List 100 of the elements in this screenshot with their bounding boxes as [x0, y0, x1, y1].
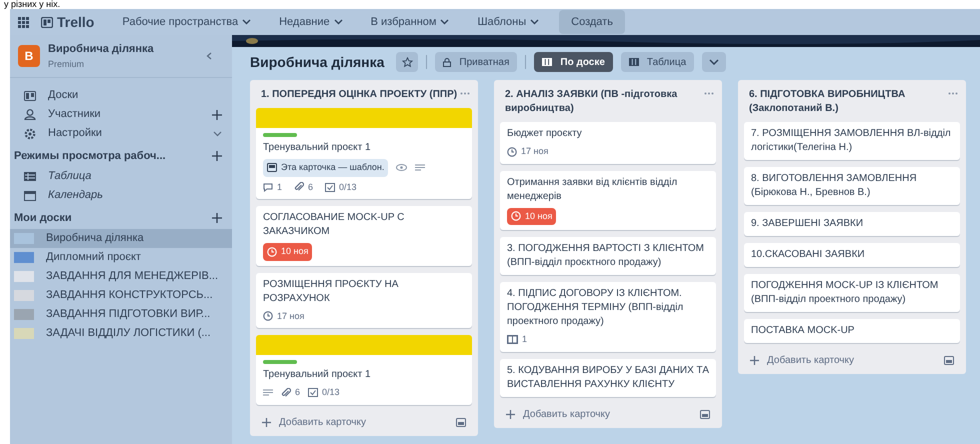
workspace-avatar: B [18, 45, 40, 67]
card[interactable]: Бюджет проєкту 17 ноя [500, 122, 716, 164]
lock-icon [443, 58, 452, 66]
clock-icon [507, 146, 517, 157]
sidebar-item[interactable]: Календарь [10, 186, 232, 205]
description-lines-icon [263, 389, 273, 396]
card-title: Тренувальний проєкт 1 [263, 368, 372, 382]
board-icon [41, 16, 53, 28]
sidebar-item-label: Календарь [48, 188, 103, 204]
checklist-icon [308, 388, 318, 398]
badge-count: 6 [281, 386, 300, 400]
person-icon [24, 109, 36, 120]
plus-icon [262, 418, 271, 426]
description-lines-icon [415, 164, 426, 172]
table-icon [24, 172, 36, 181]
board-item[interactable]: ЗАВДАННЯ ДЛЯ МЕНЕДЖЕРІВ... [10, 267, 232, 286]
trello-logo[interactable]: Trello [41, 12, 94, 32]
view-tab[interactable]: Таблица [620, 52, 694, 72]
card[interactable]: Отримання заявки від клієнтів відділ менеджерів 10 ноя [500, 170, 716, 230]
board-item[interactable]: Виробнича ділянка [10, 229, 232, 248]
sidebar-item[interactable]: Участники [10, 105, 232, 124]
chevron-down-icon [709, 59, 720, 65]
board-icon [507, 335, 518, 344]
card-template-icon [944, 356, 954, 365]
sidebar-item[interactable]: Настройки [10, 124, 232, 143]
badge-count: 1 [263, 180, 282, 194]
comment-icon [263, 182, 273, 192]
card[interactable]: ПОСТАВКА MOCK-UP [744, 319, 960, 343]
more-options-icon [704, 92, 714, 95]
more-options-icon [460, 92, 470, 95]
views-dropdown-button[interactable] [702, 52, 726, 72]
sidebar-item[interactable]: Таблица [10, 167, 232, 186]
card[interactable]: Тренувальний проєкт 1 Эта карточка — шаблон. 1 6 0/13 [256, 108, 472, 199]
card[interactable]: 3. ПОГОДЖЕННЯ ВАРТОСТІ З КЛІЄНТОМ (ВПП-відділ проєктного продажу) [500, 237, 716, 275]
list-title: 1. ПОПЕРЕДНЯ ОЦІНКА ПРОЕКТУ (ППР) [261, 88, 458, 102]
card[interactable]: РОЗМІЩЕННЯ ПРОЄКТУ НА РОЗРАХУНОК 17 ноя [256, 272, 472, 328]
plus-icon [212, 151, 222, 161]
collapse-chevron-icon [206, 52, 212, 60]
board-title: Виробнича ділянка [250, 52, 384, 72]
clock-icon [267, 246, 277, 257]
card[interactable]: 8. ВИГОТОВЛЕННЯ ЗАМОВЛЕННЯ (Бірюкова Н., Бревнов В.) [744, 167, 960, 205]
visibility-button[interactable]: Приватная [435, 52, 518, 72]
card[interactable]: 10.СКАСОВАНІ ЗАЯВКИ [744, 243, 960, 267]
due-date-badge: 10 ноя [263, 243, 312, 260]
card-title: 7. РОЗМІЩЕННЯ ЗАМОВЛЕННЯ ВЛ-відділ логістики(Телегіна Н.) [751, 127, 952, 155]
apps-grid-icon [18, 16, 29, 28]
board-item[interactable]: ЗАДАЧІ ВІДДІЛУ ЛОГІСТИКИ (... [10, 324, 232, 343]
add-card-button[interactable]: Добавить карточку [750, 353, 944, 368]
card[interactable]: 7. РОЗМІЩЕННЯ ЗАМОВЛЕННЯ ВЛ-відділ логістики(Телегіна Н.) [744, 122, 960, 160]
card-title: 5. КОДУВАННЯ ВИРОБУ У БАЗІ ДАНИХ ТА ВИСТАВЛЕННЯ РАХУНКУ КЛІЄНТУ [507, 364, 709, 392]
sidebar-item[interactable]: Доски [10, 86, 232, 105]
badge-count: 6 [294, 180, 314, 194]
card[interactable]: СОГЛАСОВАНИЕ MOCK-UP С ЗАКАЗЧИКОМ 10 ноя [256, 206, 472, 266]
nav-menu-button[interactable]: Недавние [271, 10, 351, 34]
section-heading: Режимы просмотра рабоч... [14, 148, 167, 164]
card-title: ПОГОДЖЕННЯ MOCK-UP ІЗ КЛІЄНТОМ (ВПП-відділ проектного продажу) [751, 279, 940, 307]
add-card-button[interactable]: Добавить карточку [262, 414, 456, 430]
plus-icon [750, 356, 759, 365]
board-item[interactable]: ЗАВДАННЯ ПІДГОТОВКИ ВИР... [10, 305, 232, 324]
eye-icon [396, 164, 408, 172]
card-title: 4. ПІДПИС ДОГОВОРУ ІЗ КЛІЄНТОМ. ПОГОДЖЕННЯ ТЕРМІНУ (ВПП-відділ проектного продажу) [507, 287, 684, 329]
table-icon [628, 58, 639, 66]
card-title: Тренувальний проєкт 1 [263, 141, 372, 155]
document-text: у різних у ніх. [4, 0, 62, 9]
calendar-icon [24, 190, 36, 200]
list-title: 2. АНАЛІЗ ЗАЯВКИ (ПВ -підготовка виробництва) [505, 88, 678, 116]
star-icon [402, 56, 413, 68]
badge-count: 0/13 [325, 180, 357, 194]
plus-icon [212, 213, 222, 223]
create-button[interactable]: Создать [559, 10, 625, 34]
card-title: СОГЛАСОВАНИЕ MOCK-UP С ЗАКАЗЧИКОМ [263, 211, 406, 239]
card-title: ПОСТАВКА MOCK-UP [751, 324, 856, 338]
nav-menu-button[interactable]: Рабочие пространства [114, 10, 260, 34]
section-heading: Мои доски [14, 210, 73, 226]
workspace-name: Виробнича ділянка [48, 42, 155, 57]
more-options-icon [948, 92, 958, 95]
star-button[interactable] [396, 52, 418, 72]
card[interactable]: 4. ПІДПИС ДОГОВОРУ ІЗ КЛІЄНТОМ. ПОГОДЖЕННЯ ТЕРМІНУ (ВПП-відділ проектного продажу) 1 [500, 282, 716, 352]
card[interactable]: ПОГОДЖЕННЯ MOCK-UP ІЗ КЛІЄНТОМ (ВПП-відділ проектного продажу) [744, 274, 960, 312]
nav-menu-button[interactable]: В избранном [362, 10, 458, 34]
card-template-icon [456, 418, 466, 426]
template-badge: Эта карточка — шаблон. [263, 159, 388, 176]
board-item[interactable]: Дипломний проєкт [10, 248, 232, 267]
card[interactable]: 9. ЗАВЕРШЕНІ ЗАЯВКИ [744, 212, 960, 236]
card[interactable]: Тренувальний проєкт 1 6 0/13 [256, 335, 472, 404]
view-tab[interactable]: По доске [534, 52, 613, 72]
plus-icon [506, 410, 515, 418]
sidebar-item-label: Настройки [48, 126, 103, 142]
card-title: 10.СКАСОВАНІ ЗАЯВКИ [751, 248, 866, 262]
card-template-icon [700, 410, 710, 418]
list-title: 6. ПІДГОТОВКА ВИРОБНИЦТВА (Заклопотаний В.) [749, 88, 906, 116]
card[interactable]: 5. КОДУВАННЯ ВИРОБУ У БАЗІ ДАНИХ ТА ВИСТАВЛЕННЯ РАХУНКУ КЛІЄНТУ [500, 358, 716, 396]
board-item[interactable]: ЗАВДАННЯ КОНСТРУКТОРСЬ... [10, 286, 232, 305]
gear-icon [24, 128, 36, 140]
paperclip-icon [281, 388, 291, 398]
chevron-down-icon [334, 19, 343, 25]
badge-count: 1 [507, 333, 528, 346]
add-card-button[interactable]: Добавить карточку [506, 406, 700, 422]
nav-menu-button[interactable]: Шаблоны [469, 10, 548, 34]
card-title: 9. ЗАВЕРШЕНІ ЗАЯВКИ [751, 217, 864, 231]
